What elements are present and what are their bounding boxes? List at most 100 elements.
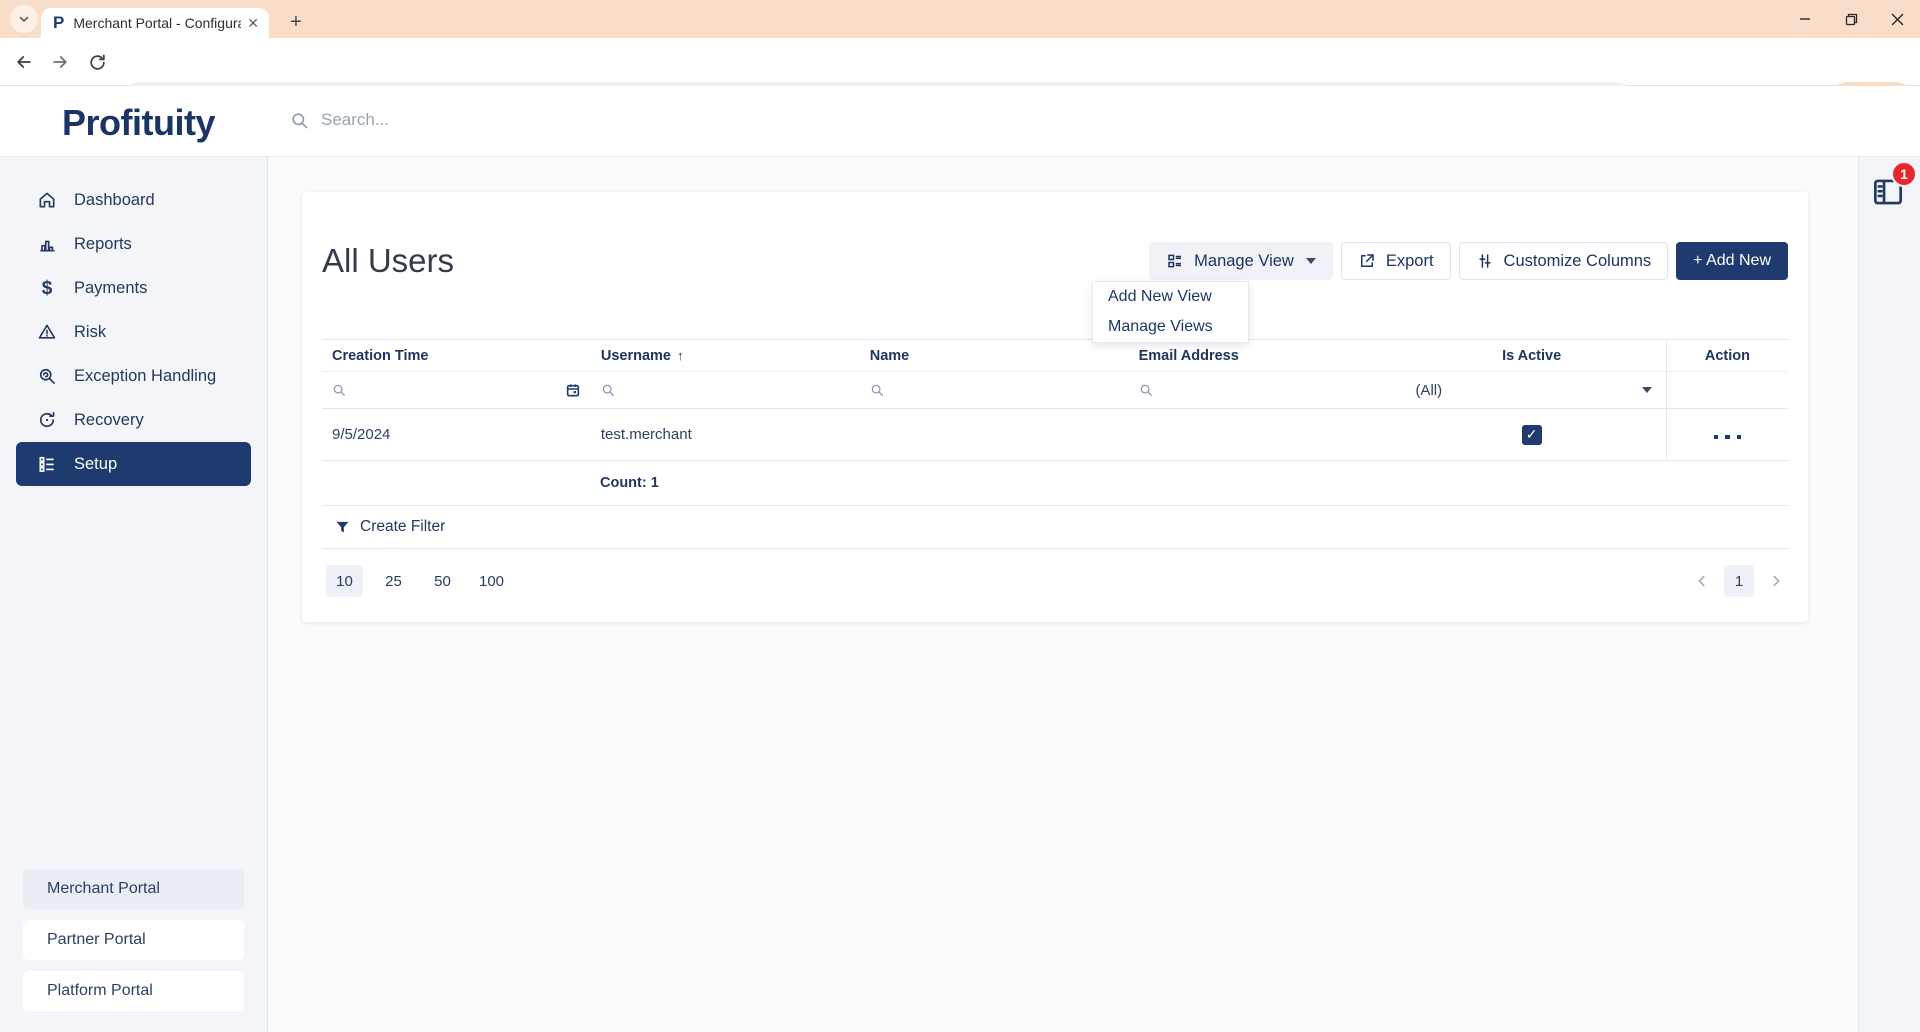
manage-view-button[interactable]: Manage View (1149, 242, 1333, 280)
filter-cell-creation-time[interactable] (322, 372, 591, 409)
sidebar-item-label: Reports (74, 234, 132, 253)
is-active-filter-value: (All) (1415, 381, 1443, 399)
is-active-checkbox[interactable]: ✓ (1521, 424, 1542, 445)
cell-email-address (1129, 409, 1398, 461)
search-icon (602, 384, 614, 396)
row-actions-button[interactable] (1713, 434, 1742, 439)
search-icon (333, 384, 345, 396)
filter-cell-username[interactable] (591, 372, 860, 409)
sidebar-item-label: Risk (74, 322, 107, 341)
new-tab-button[interactable]: + (282, 8, 310, 36)
window-controls (1782, 0, 1920, 38)
table-row[interactable]: 9/5/2024 test.merchant ✓ (322, 408, 1788, 461)
cell-action (1665, 408, 1788, 461)
column-header-creation-time[interactable]: Creation Time (322, 340, 591, 372)
chevron-right-icon[interactable] (1768, 573, 1784, 589)
search-icon (871, 384, 883, 396)
tab-title: Merchant Portal - Configuration (73, 15, 241, 31)
funnel-icon (336, 521, 349, 532)
main-content: All Users Manage View Export Customize C… (269, 157, 1858, 1032)
view-grid-icon (1168, 254, 1182, 268)
sidebar-item-risk[interactable]: Risk (16, 310, 251, 354)
recycle-arrows-icon (36, 409, 58, 431)
page-size-10[interactable]: 10 (326, 565, 363, 597)
filter-row: (All) (322, 371, 1788, 409)
column-header-is-active[interactable]: Is Active (1397, 340, 1666, 372)
customize-columns-button[interactable]: Customize Columns (1458, 242, 1669, 280)
browser-tab[interactable]: P Merchant Portal - Configuration ✕ (41, 8, 269, 38)
chevron-left-icon[interactable] (1694, 573, 1710, 589)
back-arrow-icon (17, 56, 31, 68)
caret-down-icon (1641, 387, 1652, 393)
app-header: Profituity Search... AD (0, 86, 1920, 230)
filter-cell-is-active[interactable]: (All) (1397, 372, 1666, 409)
bar-chart-icon (36, 233, 58, 255)
sidebar-item-label: Exception Handling (74, 366, 217, 385)
sidebar-item-label: Payments (74, 278, 148, 297)
forward-arrow-icon (53, 56, 67, 68)
is-active-filter-select[interactable]: (All) (1407, 372, 1665, 408)
reload-icon (89, 54, 105, 70)
page-size-25[interactable]: 25 (375, 565, 412, 597)
sidebar-item-dashboard[interactable]: Dashboard (16, 178, 251, 222)
minimize-button[interactable] (1782, 0, 1828, 38)
sidebar-nav: Dashboard Reports $ Payments Risk Except… (0, 178, 267, 486)
sidebar-item-label: Setup (74, 454, 118, 473)
page-size-selector: 10 25 50 100 (326, 565, 510, 597)
portal-button-merchant[interactable]: Merchant Portal (23, 869, 244, 909)
portal-button-platform[interactable]: Platform Portal (23, 971, 244, 1011)
sidebar-item-exception-handling[interactable]: Exception Handling (16, 354, 251, 398)
cell-username: test.merchant (600, 426, 692, 443)
notifications-panel-button[interactable]: 1 (1869, 161, 1917, 211)
sliders-icon (1478, 254, 1491, 268)
sidebar-item-label: Dashboard (74, 190, 155, 209)
cell-name (860, 409, 1129, 461)
cell-creation-time: 9/5/2024 (332, 426, 391, 443)
close-window-button[interactable] (1874, 0, 1920, 38)
warning-triangle-icon (36, 321, 58, 343)
favicon-p-icon: P (53, 13, 65, 32)
tab-close-icon[interactable]: ✕ (247, 15, 259, 32)
filter-cell-email-address[interactable] (1129, 372, 1398, 409)
chevron-down-icon (19, 16, 29, 23)
page-navigator: 1 (1694, 565, 1784, 597)
sidebar-item-reports[interactable]: Reports (16, 222, 251, 266)
pagination-row: 10 25 50 100 1 (322, 549, 1788, 613)
caret-down-icon (1305, 258, 1316, 264)
create-filter-row: Create Filter (322, 506, 1788, 549)
column-header-action: Action (1665, 339, 1788, 372)
summary-row: Count: 1 (322, 461, 1788, 506)
export-label: Export (1385, 251, 1434, 270)
sidebar: Dashboard Reports $ Payments Risk Except… (0, 157, 268, 1032)
export-button[interactable]: Export (1340, 242, 1451, 280)
sidebar-item-recovery[interactable]: Recovery (16, 398, 251, 442)
current-page-button[interactable]: 1 (1724, 565, 1754, 597)
column-header-email-address[interactable]: Email Address (1129, 340, 1398, 372)
restore-button[interactable] (1828, 0, 1874, 38)
page-size-50[interactable]: 50 (424, 565, 461, 597)
sidebar-item-payments[interactable]: $ Payments (16, 266, 251, 310)
reload-button[interactable] (85, 50, 109, 74)
add-new-button[interactable]: + Add New (1676, 242, 1788, 280)
back-button[interactable] (12, 50, 36, 74)
cell-is-active: ✓ (1397, 409, 1666, 461)
tab-search-button[interactable] (10, 5, 38, 33)
sidebar-item-setup[interactable]: Setup (16, 442, 251, 486)
sidebar-item-label: Recovery (74, 410, 144, 429)
create-filter-link[interactable]: Create Filter (360, 518, 445, 536)
column-header-username[interactable]: Username ↑ (591, 340, 860, 372)
portal-button-partner[interactable]: Partner Portal (23, 920, 244, 960)
column-header-name[interactable]: Name (860, 340, 1129, 372)
forward-button[interactable] (48, 50, 72, 74)
calendar-icon[interactable] (565, 382, 581, 398)
search-icon (292, 112, 308, 128)
global-search[interactable]: Search... (290, 110, 389, 130)
dollar-icon: $ (41, 277, 53, 299)
browser-toolbar: acme.demo.profituity.com/merchant-portal… (0, 38, 1920, 118)
page-size-100[interactable]: 100 (473, 565, 510, 597)
menu-item-manage-views[interactable]: Manage Views (1093, 312, 1248, 342)
menu-item-add-new-view[interactable]: Add New View (1093, 282, 1248, 312)
customize-columns-label: Customize Columns (1503, 251, 1652, 270)
filter-cell-name[interactable] (860, 372, 1129, 409)
profituity-logo[interactable]: Profituity (62, 102, 216, 144)
